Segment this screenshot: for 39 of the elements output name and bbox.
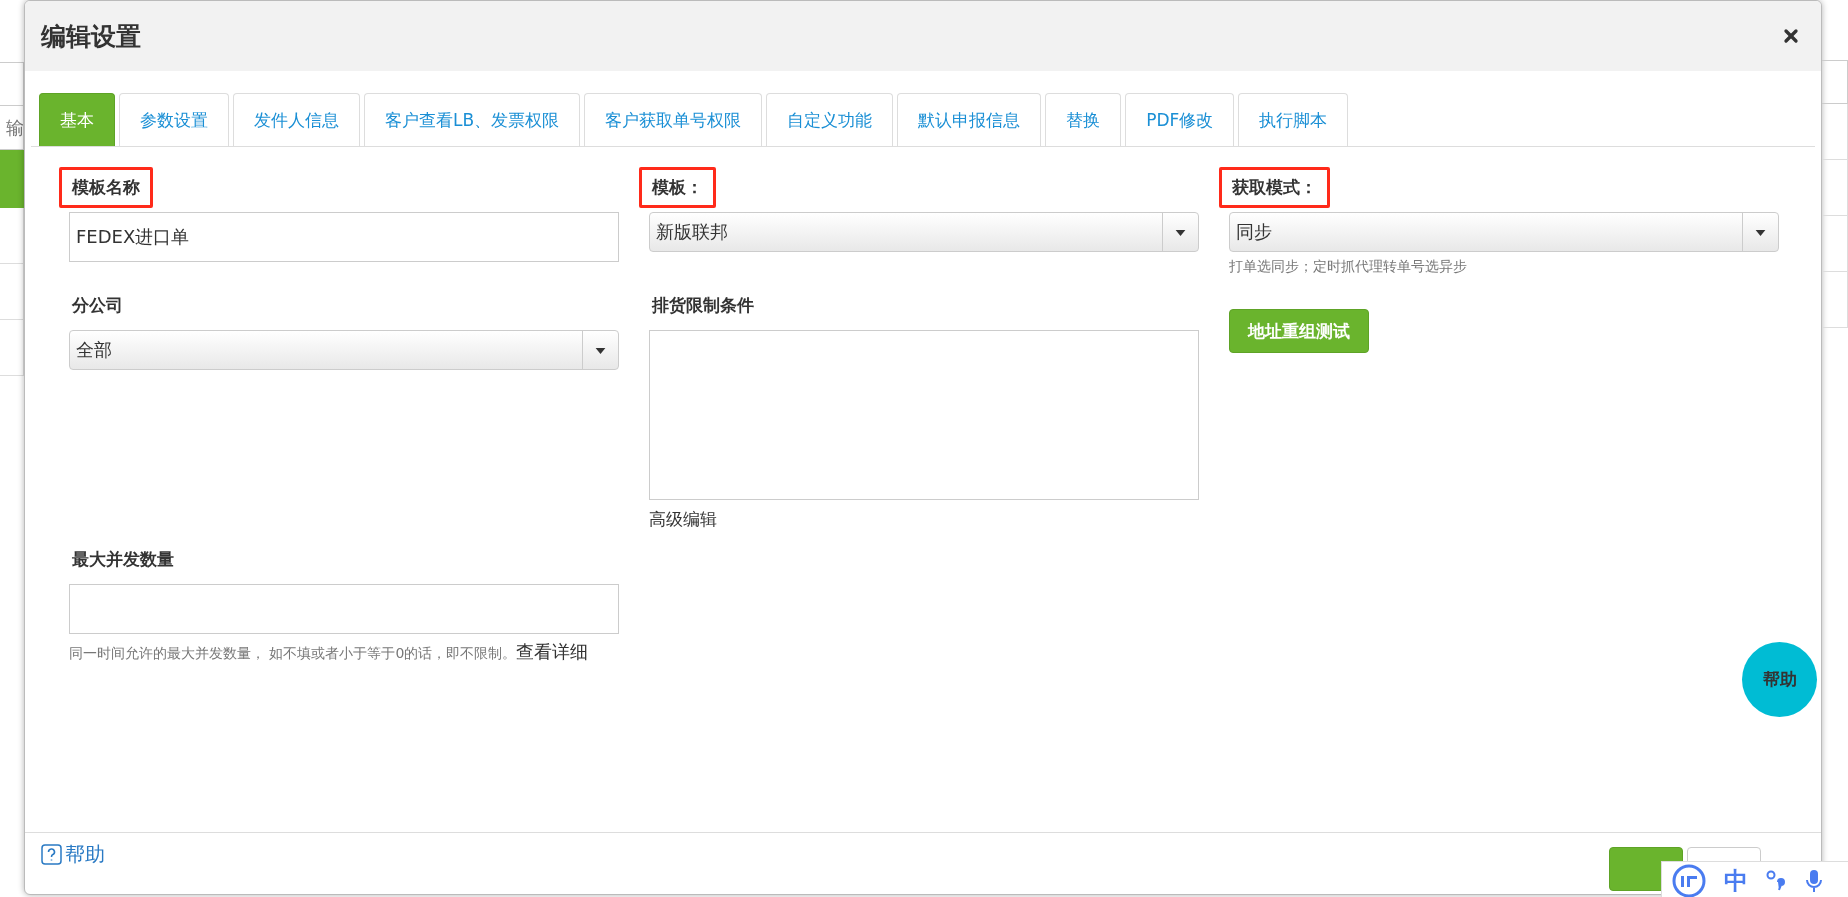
field-label: 最大并发数量: [71, 548, 175, 571]
field-label: 获取模式：: [1219, 167, 1330, 208]
tab[interactable]: 客户获取单号权限: [584, 93, 763, 146]
punctuation-icon[interactable]: [1766, 869, 1786, 893]
tab[interactable]: 客户查看LB、发票权限: [364, 93, 581, 146]
background-row: [1822, 104, 1848, 160]
background-row: [1822, 216, 1848, 272]
field-label: 排货限制条件: [650, 294, 755, 317]
select-field[interactable]: 同步: [1229, 212, 1779, 252]
help-icon: [41, 844, 62, 865]
tab[interactable]: 自定义功能: [766, 93, 894, 146]
tab[interactable]: 默认申报信息: [897, 93, 1042, 146]
tab[interactable]: 替换: [1045, 93, 1122, 146]
address-test-button[interactable]: 地址重组测试: [1229, 309, 1369, 353]
close-button[interactable]: [1781, 26, 1801, 46]
background-field: [1822, 60, 1848, 104]
select-field[interactable]: 全部: [69, 330, 619, 370]
logo-icon[interactable]: [1672, 864, 1706, 897]
dialog-title: 编辑设置: [41, 20, 141, 53]
details-link[interactable]: 查看详细: [516, 641, 589, 662]
background-row: [1822, 160, 1848, 216]
field-hint: 同一时间允许的最大并发数量， 如不填或者小于等于0的话，即不限制。查看详细: [69, 640, 590, 664]
input-mode[interactable]: 中: [1724, 865, 1748, 897]
field-label: 模板名称: [59, 167, 153, 208]
advanced-edit-link[interactable]: 高级编辑: [649, 508, 717, 531]
field-hint: 打单选同步；定时抓代理转单号选异步: [1229, 257, 1468, 276]
field-label: 分公司: [71, 294, 124, 317]
microphone-icon[interactable]: [1804, 868, 1824, 894]
tab[interactable]: 参数设置: [119, 93, 229, 146]
background-row: [1822, 272, 1848, 328]
help-link[interactable]: 帮助: [41, 841, 105, 868]
field-label: 模板：: [639, 167, 716, 208]
select-field[interactable]: 新版联邦: [649, 212, 1199, 252]
tab[interactable]: PDF修改: [1125, 93, 1235, 146]
tab[interactable]: 执行脚本: [1238, 93, 1349, 146]
text-field[interactable]: FEDEX进口单: [69, 212, 619, 262]
text-field[interactable]: [69, 584, 619, 634]
tab[interactable]: 基本: [39, 93, 115, 146]
tab[interactable]: 发件人信息: [233, 93, 360, 146]
